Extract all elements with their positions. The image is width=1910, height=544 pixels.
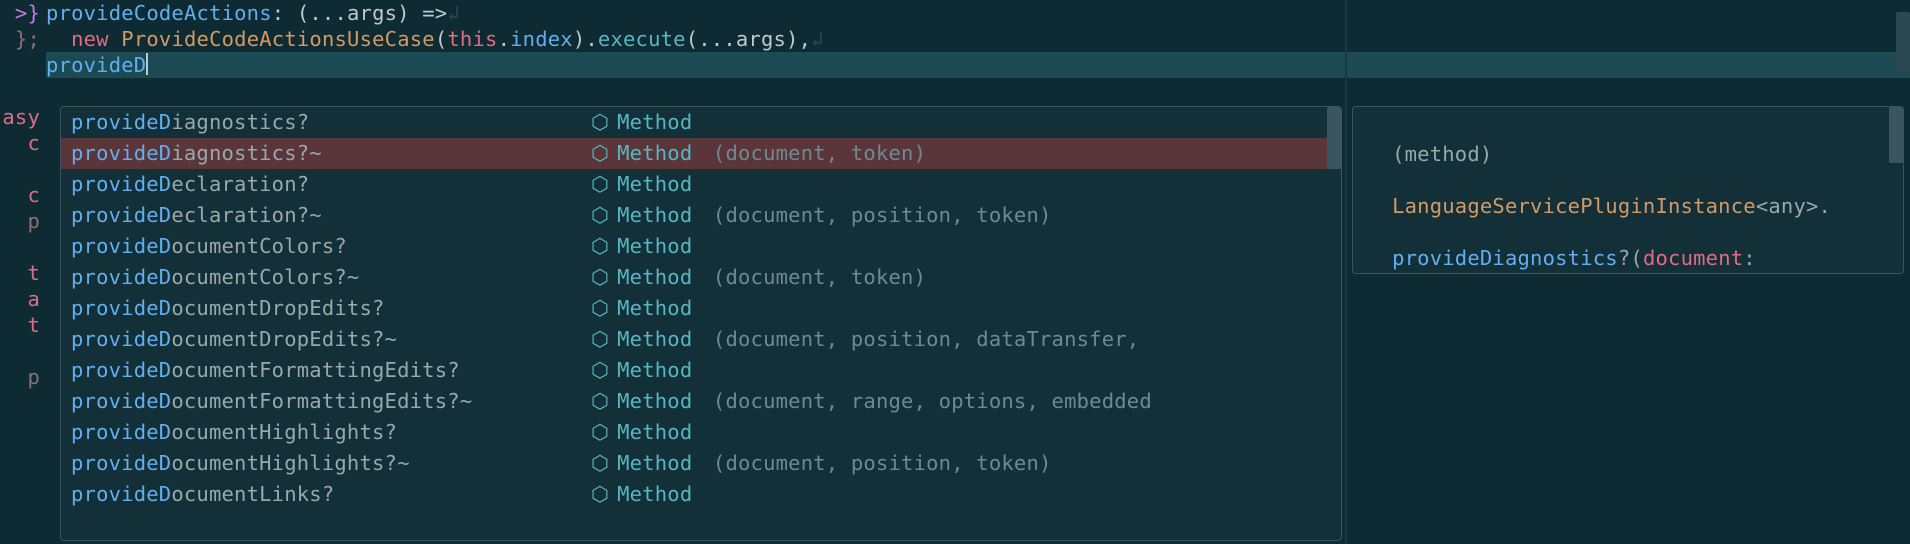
- suggestion-label: provideDocumentFormattingEdits?: [71, 355, 591, 386]
- gutter-line: [0, 338, 40, 364]
- code-line: new ProvideCodeActionsUseCase(this.index…: [46, 26, 1910, 52]
- suggestion-label: provideDiagnostics?: [71, 107, 591, 138]
- suggestion-kind: ⬡Method: [591, 448, 692, 479]
- doc-scrollbar[interactable]: [1889, 107, 1903, 163]
- suggestion-item[interactable]: provideDocumentDropEdits?⬡Method: [61, 293, 1341, 324]
- gutter-line: [0, 78, 40, 104]
- suggestion-kind: ⬡Method: [591, 231, 692, 262]
- suggestion-item[interactable]: provideDocumentFormattingEdits?~⬡Method …: [61, 386, 1341, 417]
- suggestion-item[interactable]: provideDiagnostics?⬡Method: [61, 107, 1341, 138]
- method-icon: ⬡: [591, 417, 609, 448]
- doc-type: LanguageServicePluginInstance: [1392, 194, 1756, 218]
- suggestion-label: provideDocumentFormattingEdits?~: [71, 386, 591, 417]
- suggestion-label: provideDocumentHighlights?: [71, 417, 591, 448]
- method-icon: ⬡: [591, 355, 609, 386]
- suggestion-detail: (document, position, token): [700, 200, 1051, 231]
- gutter-line: [0, 156, 40, 182]
- gutter-line: c: [0, 130, 40, 156]
- code-line: provideCodeActions: (...args) =>↲: [46, 0, 1910, 26]
- doc-method: provideDiagnostics: [1392, 246, 1618, 270]
- gutter-line: t: [0, 260, 40, 286]
- suggestion-label: provideDiagnostics?~: [71, 138, 591, 169]
- suggestion-item[interactable]: provideDocumentFormattingEdits?⬡Method: [61, 355, 1341, 386]
- suggestion-kind: ⬡Method: [591, 386, 692, 417]
- gutter-line: };: [0, 26, 40, 52]
- cursor: [146, 53, 148, 75]
- gutter-line: >}: [0, 0, 40, 26]
- method-icon: ⬡: [591, 169, 609, 200]
- suggestion-item[interactable]: provideDiagnostics?~⬡Method (document, t…: [61, 138, 1341, 169]
- suggestion-item[interactable]: provideDeclaration?~⬡Method (document, p…: [61, 200, 1341, 231]
- suggestion-widget[interactable]: provideDiagnostics?⬡MethodprovideDiagnos…: [60, 106, 1342, 541]
- suggestion-kind: ⬡Method: [591, 324, 692, 355]
- gutter-line: asy: [0, 104, 40, 130]
- suggestion-label: provideDocumentDropEdits?~: [71, 324, 591, 355]
- suggestion-item[interactable]: provideDocumentColors?⬡Method: [61, 231, 1341, 262]
- suggestion-detail: (document, token): [700, 262, 926, 293]
- suggestion-kind: ⬡Method: [591, 107, 692, 138]
- doc-kind: (method): [1392, 142, 1492, 166]
- method-icon: ⬡: [591, 231, 609, 262]
- gutter-line: p: [0, 364, 40, 390]
- suggestion-detail: (document, token): [700, 138, 926, 169]
- editor-scrollbar[interactable]: [1896, 12, 1910, 72]
- method-icon: ⬡: [591, 138, 609, 169]
- suggestion-kind: ⬡Method: [591, 200, 692, 231]
- suggestion-detail: (document, position, token): [700, 448, 1051, 479]
- gutter-line: t: [0, 312, 40, 338]
- suggestion-label: provideDocumentDropEdits?: [71, 293, 591, 324]
- method-icon: ⬡: [591, 479, 609, 510]
- suggestion-kind: ⬡Method: [591, 479, 692, 510]
- method-icon: ⬡: [591, 293, 609, 324]
- suggestion-item[interactable]: provideDocumentHighlights?⬡Method: [61, 417, 1341, 448]
- gutter-line: [0, 234, 40, 260]
- code-line-active: provideD: [46, 52, 1910, 78]
- suggestion-label: provideDocumentColors?: [71, 231, 591, 262]
- suggestion-kind: ⬡Method: [591, 417, 692, 448]
- suggestion-scrollbar[interactable]: [1327, 107, 1341, 169]
- method-icon: ⬡: [591, 200, 609, 231]
- gutter-line: c: [0, 182, 40, 208]
- suggestion-label: provideDeclaration?: [71, 169, 591, 200]
- suggestion-item[interactable]: provideDocumentLinks?⬡Method: [61, 479, 1341, 510]
- method-icon: ⬡: [591, 262, 609, 293]
- suggestion-label: provideDocumentHighlights?~: [71, 448, 591, 479]
- method-icon: ⬡: [591, 386, 609, 417]
- method-icon: ⬡: [591, 107, 609, 138]
- suggestion-label: provideDeclaration?~: [71, 200, 591, 231]
- documentation-widget: (method) LanguageServicePluginInstance<a…: [1352, 106, 1904, 274]
- gutter-line: p: [0, 208, 40, 234]
- suggestion-detail: (document, range, options, embedded: [700, 386, 1152, 417]
- suggestion-kind: ⬡Method: [591, 293, 692, 324]
- suggestion-kind: ⬡Method: [591, 169, 692, 200]
- suggestion-item[interactable]: provideDocumentHighlights?~⬡Method (docu…: [61, 448, 1341, 479]
- gutter: >} }; asy c c p t a t p: [0, 0, 46, 544]
- suggestion-kind: ⬡Method: [591, 355, 692, 386]
- suggestion-label: provideDocumentLinks?: [71, 479, 591, 510]
- gutter-line: [0, 52, 40, 78]
- suggestion-item[interactable]: provideDeclaration?⬡Method: [61, 169, 1341, 200]
- gutter-line: a: [0, 286, 40, 312]
- suggestion-kind: ⬡Method: [591, 262, 692, 293]
- suggestion-detail: (document, position, dataTransfer,: [700, 324, 1139, 355]
- editor-split-separator[interactable]: [1345, 0, 1347, 544]
- suggestion-kind: ⬡Method: [591, 138, 692, 169]
- method-icon: ⬡: [591, 448, 609, 479]
- code-area[interactable]: provideCodeActions: (...args) =>↲ new Pr…: [46, 0, 1910, 78]
- suggestion-item[interactable]: provideDocumentColors?~⬡Method (document…: [61, 262, 1341, 293]
- method-icon: ⬡: [591, 324, 609, 355]
- suggestion-label: provideDocumentColors?~: [71, 262, 591, 293]
- suggestion-item[interactable]: provideDocumentDropEdits?~⬡Method (docum…: [61, 324, 1341, 355]
